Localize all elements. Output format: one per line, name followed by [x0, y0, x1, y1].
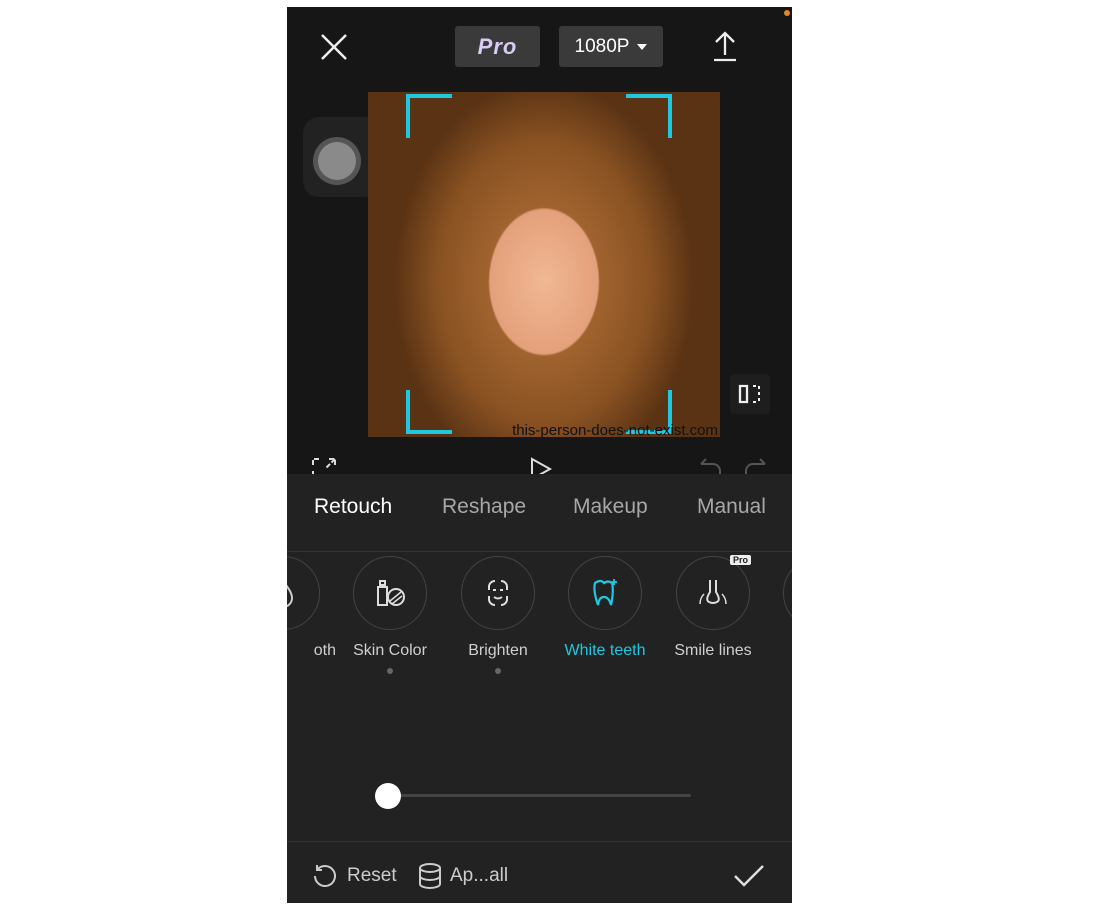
tool-brighten[interactable]: Brighten [443, 556, 553, 674]
face-frame-corner [626, 94, 672, 138]
check-icon [734, 865, 764, 887]
tool-skin-color[interactable]: Skin Color [335, 556, 445, 674]
skin-color-icon [377, 580, 405, 606]
confirm-button[interactable] [732, 862, 766, 895]
compare-icon [738, 384, 760, 404]
face-icon [488, 579, 508, 607]
resolution-dropdown[interactable]: 1080P [559, 26, 663, 67]
drop-icon [287, 584, 294, 608]
tool-smile-lines[interactable]: Pro Smile lines [658, 555, 768, 660]
caret-down-icon [637, 43, 648, 50]
stack-icon [419, 863, 441, 889]
tool-partial[interactable]: Da [765, 556, 792, 660]
compare-button[interactable] [730, 374, 770, 414]
editor-screen: Pro 1080P this-person-does-not-exist.com… [287, 7, 792, 903]
tab-makeup[interactable]: Makeup [573, 495, 648, 519]
watermark: this-person-does-not-exist.com [512, 422, 718, 437]
reset-icon [314, 865, 336, 887]
modified-dot [387, 668, 393, 674]
tab-retouch[interactable]: Retouch [314, 495, 392, 519]
pro-badge: Pro [729, 555, 751, 565]
face-frame-corner [406, 390, 452, 434]
nose-icon [699, 580, 727, 605]
face-frame-corner [406, 94, 452, 138]
tool-white-teeth[interactable]: White teeth [550, 556, 660, 660]
tab-manual[interactable]: Manual [697, 495, 766, 519]
close-button[interactable] [319, 32, 349, 62]
status-dot [784, 10, 790, 16]
retouch-panel: Retouch Reshape Makeup Manual oth Skin C… [287, 474, 792, 903]
tool-smooth[interactable]: oth [287, 556, 338, 660]
divider [287, 841, 792, 842]
tab-reshape[interactable]: Reshape [442, 495, 526, 519]
export-button[interactable] [711, 31, 739, 63]
divider [287, 551, 792, 552]
reset-button[interactable]: Reset [311, 862, 397, 890]
intensity-slider[interactable] [388, 794, 691, 797]
slider-knob[interactable] [375, 783, 401, 809]
photo-preview[interactable]: this-person-does-not-exist.com [368, 92, 720, 437]
pro-button[interactable]: Pro [455, 26, 540, 67]
upload-icon [714, 31, 736, 62]
tooth-icon [593, 579, 617, 606]
apply-all-button[interactable]: Ap...all [417, 862, 508, 890]
modified-dot [495, 668, 501, 674]
close-icon [321, 34, 347, 60]
